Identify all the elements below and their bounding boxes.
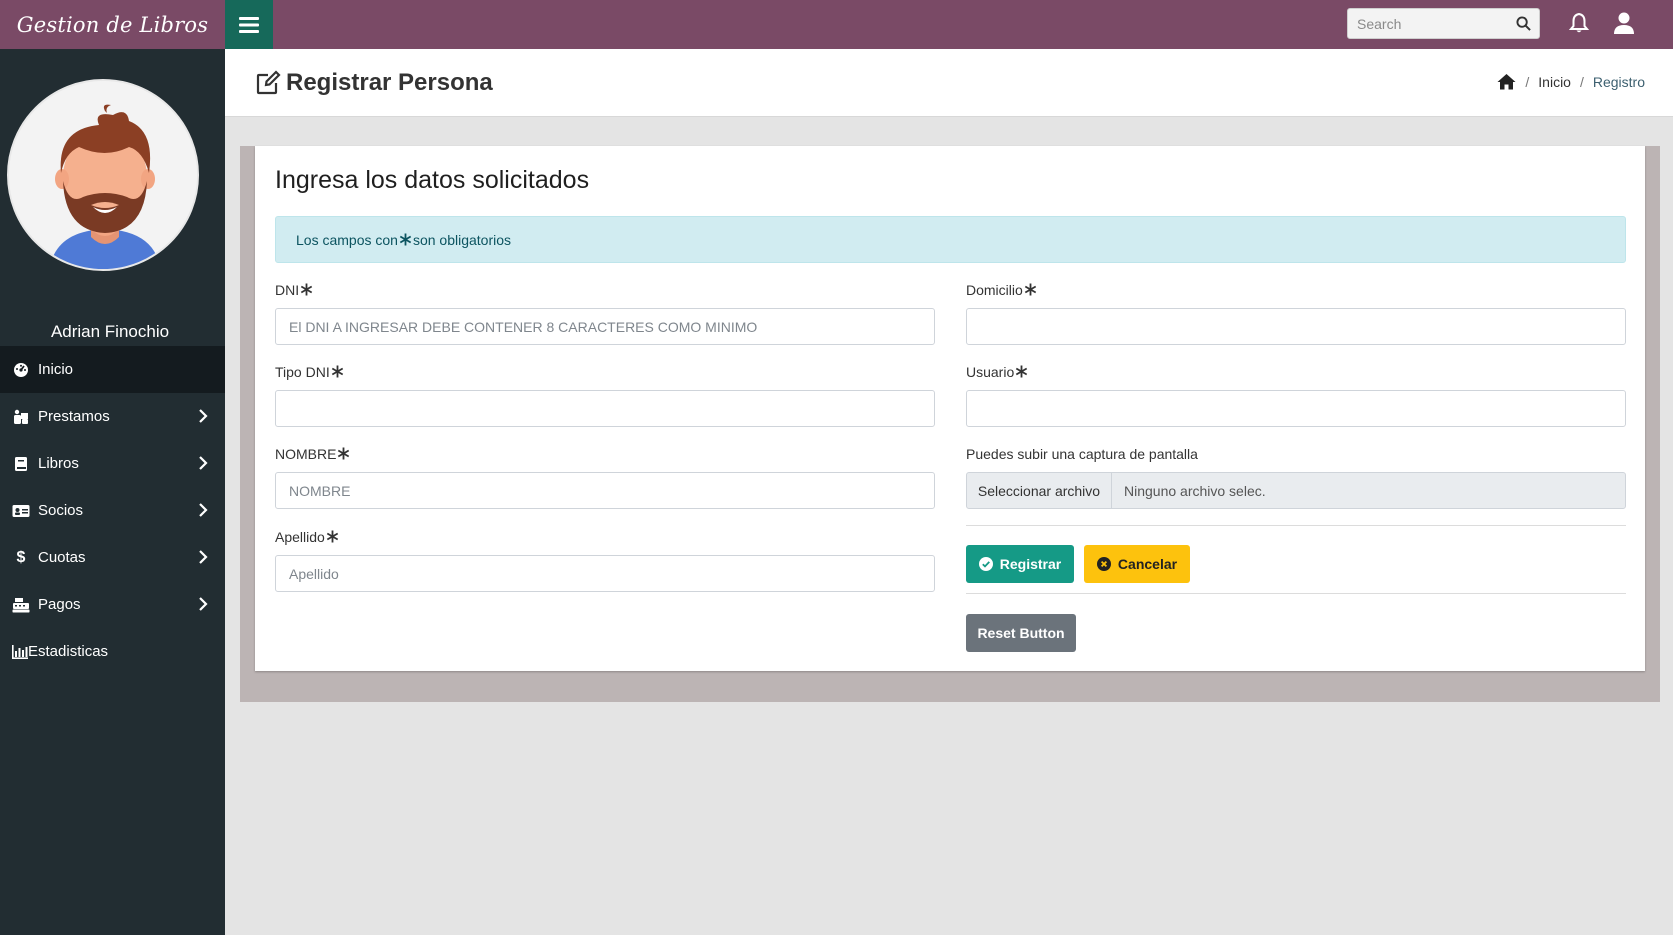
user-name: Adrian Finochio	[50, 322, 170, 341]
sidebar-item-libros[interactable]: Libros	[0, 440, 225, 487]
sidebar-item-prestamos[interactable]: Prestamos	[0, 393, 225, 440]
search-box	[1347, 8, 1540, 39]
sidebar-item-inicio[interactable]: Inicio	[0, 346, 225, 393]
sidebar: Gestion de Libros Adrian Finochio Admini…	[0, 0, 225, 935]
sidebar-item-label: Prestamos	[38, 408, 110, 425]
usuario-label: Usuario	[966, 364, 1029, 380]
topbar	[225, 0, 1673, 49]
chevron-right-icon	[199, 597, 208, 611]
bell-icon[interactable]	[1568, 12, 1590, 34]
select-file-button[interactable]: Seleccionar archivo	[967, 473, 1112, 508]
brand-logo[interactable]: Gestion de Libros	[0, 0, 225, 49]
dollar-icon: $	[16, 548, 26, 566]
asterisk-icon	[1016, 365, 1028, 378]
asterisk-icon	[331, 365, 343, 378]
search-input[interactable]	[1348, 9, 1508, 38]
chevron-right-icon	[199, 456, 208, 470]
sidebar-item-pagos[interactable]: Pagos	[0, 581, 225, 628]
cancelar-label: Cancelar	[1117, 556, 1178, 572]
dashboard-icon	[12, 361, 30, 379]
dni-label: DNI	[275, 282, 314, 298]
apellido-input[interactable]	[275, 555, 935, 592]
sidebar-item-cuotas[interactable]: $ Cuotas	[0, 534, 225, 581]
book-icon	[12, 455, 30, 473]
domicilio-input[interactable]	[966, 308, 1626, 345]
alert-text-before: Los campos con	[296, 231, 398, 248]
page-title-text: Registrar Persona	[286, 69, 493, 96]
bars-icon	[239, 16, 259, 33]
registrar-button[interactable]: Registrar	[966, 545, 1074, 583]
sidebar-item-label: Inicio	[38, 361, 74, 378]
sidebar-menu: Inicio Prestamos Libros Socios $ Cuotas	[0, 346, 225, 675]
id-card-icon	[12, 502, 30, 520]
chevron-right-icon	[199, 550, 208, 564]
nombre-input[interactable]	[275, 472, 935, 509]
breadcrumb-separator: /	[1525, 73, 1530, 90]
tipo-dni-input[interactable]	[275, 390, 935, 427]
asterisk-icon	[326, 530, 338, 543]
user-icon[interactable]	[1612, 11, 1636, 35]
chevron-right-icon	[199, 409, 208, 423]
avatar	[7, 79, 199, 271]
sidebar-item-label: Libros	[38, 455, 79, 472]
file-upload-input[interactable]: Seleccionar archivo Ninguno archivo sele…	[966, 472, 1626, 509]
form-title: Ingresa los datos solicitados	[275, 166, 590, 194]
tipo-dni-label: Tipo DNI	[275, 364, 345, 380]
selected-file-name: Ninguno archivo selec.	[1124, 482, 1266, 499]
people-carry-icon	[12, 408, 30, 426]
edit-icon	[256, 70, 281, 95]
sidebar-item-estadisticas[interactable]: Estadisticas	[0, 628, 225, 675]
page-header: Registrar Persona / Inicio / Registro	[225, 49, 1673, 117]
chevron-right-icon	[199, 503, 208, 517]
times-circle-icon	[1096, 557, 1111, 571]
sidebar-toggle-button[interactable]	[225, 0, 273, 49]
check-circle-icon	[978, 557, 993, 571]
breadcrumb-inicio[interactable]: Inicio	[1538, 74, 1571, 90]
sidebar-item-label: Estadisticas	[28, 643, 109, 660]
sidebar-item-label: Socios	[38, 502, 84, 519]
page-title: Registrar Persona	[255, 69, 493, 97]
search-icon[interactable]	[1516, 16, 1531, 31]
chart-bar-icon	[12, 643, 28, 661]
required-fields-alert: Los campos con son obligatorios	[275, 216, 1626, 263]
cash-register-icon	[12, 596, 30, 614]
registrar-label: Registrar	[999, 556, 1062, 572]
breadcrumb-separator: /	[1579, 73, 1584, 90]
alert-text-after: son obligatorios	[412, 231, 512, 248]
apellido-label: Apellido	[275, 529, 340, 545]
dni-input[interactable]	[275, 308, 935, 345]
asterisk-icon	[399, 233, 412, 246]
sidebar-item-label: Pagos	[38, 596, 81, 613]
reset-button[interactable]: Reset Button	[966, 614, 1076, 652]
breadcrumb-current: Registro	[1592, 73, 1645, 90]
divider	[966, 525, 1626, 526]
asterisk-icon	[1024, 283, 1036, 296]
sidebar-item-label: Cuotas	[38, 549, 86, 566]
user-panel: Adrian Finochio Administrador	[0, 49, 225, 364]
domicilio-label: Domicilio	[966, 282, 1038, 298]
asterisk-icon	[300, 283, 313, 296]
cancelar-button[interactable]: Cancelar	[1084, 545, 1190, 583]
divider	[966, 593, 1626, 594]
nombre-label: NOMBRE	[275, 446, 351, 462]
home-icon[interactable]	[1497, 73, 1516, 90]
sidebar-item-socios[interactable]: Socios	[0, 487, 225, 534]
breadcrumb: / Inicio / Registro	[1497, 73, 1645, 90]
usuario-input[interactable]	[966, 390, 1626, 427]
captura-label: Puedes subir una captura de pantalla	[966, 446, 1198, 462]
form-card: Ingresa los datos solicitados Los campos…	[255, 146, 1645, 671]
asterisk-icon	[338, 447, 350, 460]
